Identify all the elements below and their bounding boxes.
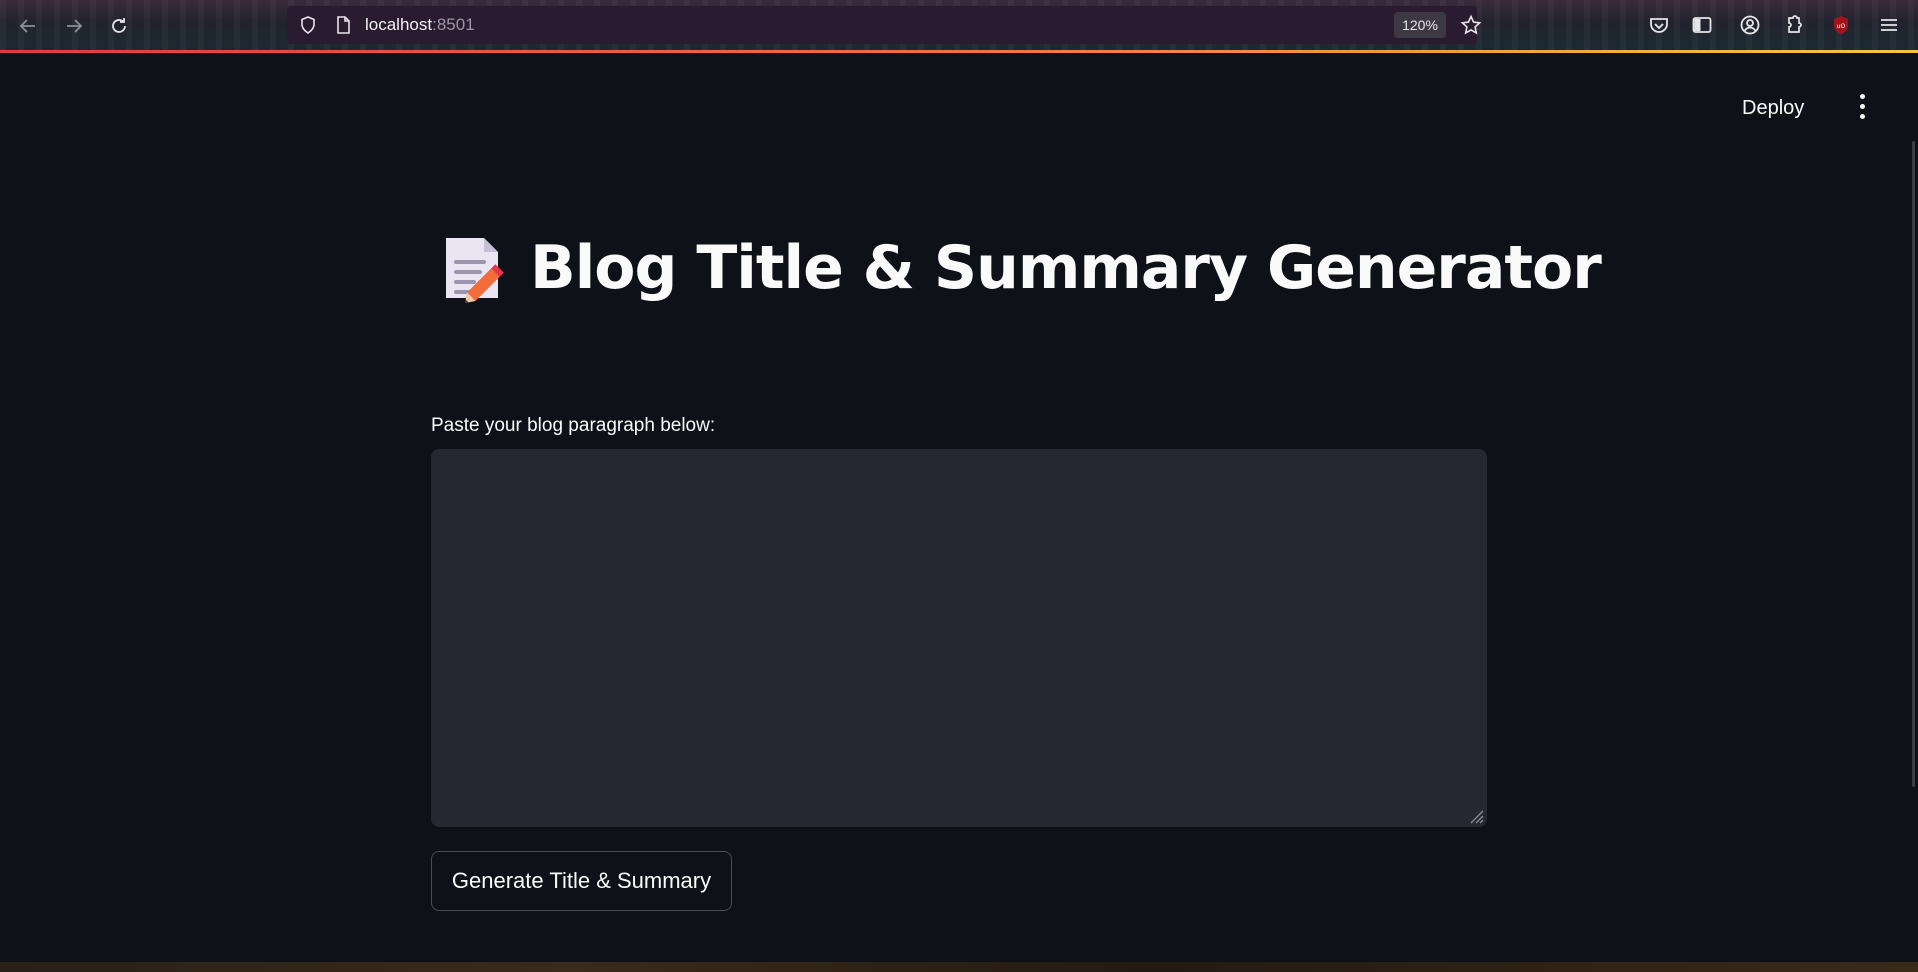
scrollbar[interactable]	[1912, 141, 1915, 787]
url-bar[interactable]: localhost:8501	[287, 6, 1477, 44]
browser-toolbar: localhost:8501 120% uO	[0, 0, 1918, 52]
pocket-icon[interactable]	[1647, 13, 1671, 37]
account-icon[interactable]	[1738, 13, 1762, 37]
generate-button[interactable]: Generate Title & Summary	[431, 851, 732, 911]
menu-icon[interactable]	[1877, 13, 1901, 37]
sidebar-icon[interactable]	[1690, 13, 1714, 37]
deploy-button[interactable]: Deploy	[1742, 90, 1804, 126]
desktop-taskbar-strip	[0, 962, 1918, 972]
memo-icon	[446, 238, 504, 304]
main-menu-kebab-icon[interactable]	[1850, 89, 1874, 123]
star-icon[interactable]	[1459, 13, 1483, 37]
page-icon[interactable]	[333, 15, 353, 35]
ublock-icon[interactable]: uO	[1829, 13, 1853, 37]
page-title: Blog Title & Summary Generator	[530, 233, 1602, 303]
forward-arrow-icon[interactable]	[58, 10, 90, 42]
app-main: Deploy Blog Title & Summary Generator Pa…	[0, 53, 1918, 962]
textarea-label: Paste your blog paragraph below:	[431, 415, 716, 436]
extensions-icon[interactable]	[1782, 13, 1806, 37]
blog-paragraph-textarea[interactable]	[431, 449, 1487, 827]
zoom-level-badge[interactable]: 120%	[1394, 12, 1446, 38]
shield-icon[interactable]	[298, 15, 318, 35]
back-arrow-icon[interactable]	[12, 10, 44, 42]
reload-icon[interactable]	[103, 10, 135, 42]
resize-grip-icon[interactable]	[1468, 808, 1484, 824]
svg-text:uO: uO	[1837, 23, 1846, 30]
page-header: Blog Title & Summary Generator	[440, 228, 1602, 308]
url-text[interactable]: localhost:8501	[365, 15, 475, 35]
